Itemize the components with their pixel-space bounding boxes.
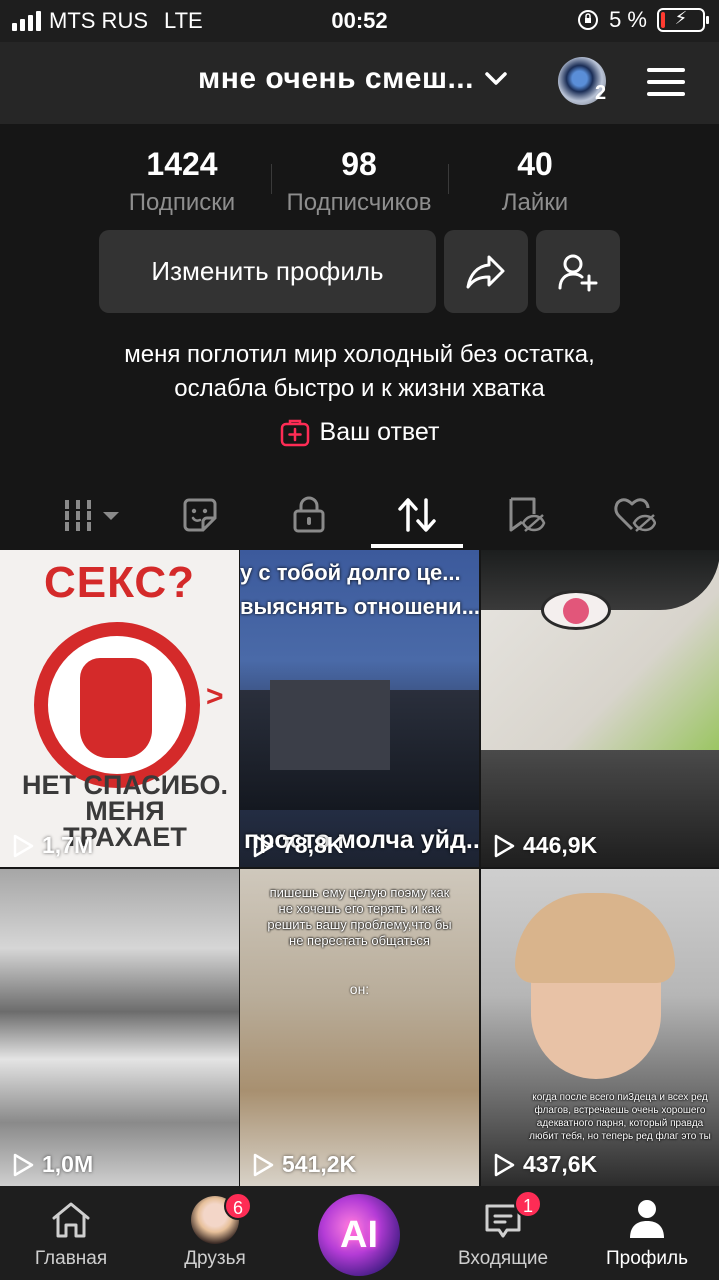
view-count-text: 78,8K xyxy=(282,832,344,858)
video-overlay-text: у с тобой долго це... xyxy=(240,560,461,585)
followers-stat[interactable]: 98 Подписчиков xyxy=(269,146,449,217)
view-count: 446,9K xyxy=(493,832,597,859)
view-count-text: 446,9K xyxy=(523,832,598,858)
stop-sign-image xyxy=(34,622,200,788)
home-icon xyxy=(52,1202,90,1238)
video-overlay-text: пишешь ему целую поэму как не хочешь его… xyxy=(267,885,452,948)
repost-icon xyxy=(398,498,436,532)
video-overlay-text: он: xyxy=(349,981,370,997)
grid-icon xyxy=(65,500,119,531)
play-icon xyxy=(13,1153,34,1176)
view-count-text: 437,6K xyxy=(523,1151,598,1177)
nav-inbox[interactable]: 1 Входящие xyxy=(438,1186,568,1280)
orientation-lock-icon xyxy=(578,10,599,30)
bottom-navigation: Главная 6 Друзья AI 1 Входящие Профиль xyxy=(0,1186,719,1280)
friends-badge: 6 xyxy=(224,1192,252,1220)
username: мне очень смеш... xyxy=(198,62,474,95)
nav-home[interactable]: Главная xyxy=(6,1186,136,1280)
view-count: 541,2K xyxy=(252,1151,356,1178)
video-tile[interactable]: когда после всего пи3деца и всех ред фла… xyxy=(481,869,719,1186)
your-answer-link[interactable]: Ваш ответ xyxy=(0,418,719,447)
view-count: 78,8K xyxy=(252,832,343,859)
video-tile[interactable]: пишешь ему целую поэму как не хочешь его… xyxy=(240,869,479,1186)
nav-home-label: Главная xyxy=(34,1248,108,1269)
tab-videos[interactable] xyxy=(38,480,148,550)
followers-label: Подписчиков xyxy=(286,189,432,216)
profile-bio: меня поглотил мир холодный без остатка, … xyxy=(0,338,719,406)
account-count: 2 xyxy=(595,82,607,104)
view-count: 1,7M xyxy=(12,832,93,859)
bookmark-hidden-icon xyxy=(509,497,546,532)
video-tile[interactable]: у с тобой долго це... выяснять отношени.… xyxy=(240,550,479,867)
lock-icon xyxy=(293,496,325,533)
edit-profile-button[interactable]: Изменить профиль xyxy=(99,230,436,313)
ai-button: AI xyxy=(318,1194,400,1276)
video-tile[interactable]: 1,0M xyxy=(0,869,239,1186)
view-count-text: 1,7M xyxy=(42,832,94,858)
share-icon xyxy=(466,255,505,288)
status-bar: MTS RUS LTE 00:52 5 % ⚡ xyxy=(0,0,719,42)
battery-percent: 5 % xyxy=(609,7,647,32)
view-count-text: 541,2K xyxy=(282,1151,357,1177)
share-profile-button[interactable] xyxy=(444,230,528,313)
video-overlay-text: выяснять отношени... xyxy=(240,594,479,619)
nav-friends[interactable]: 6 Друзья xyxy=(150,1186,280,1280)
tab-liked[interactable] xyxy=(580,480,690,550)
video-overlay-text: СЕКС? xyxy=(43,558,196,607)
likes-label: Лайки xyxy=(501,189,569,216)
profile-header: мне очень смеш... 2 xyxy=(0,42,719,124)
nav-inbox-label: Входящие xyxy=(457,1248,549,1269)
menu-icon[interactable] xyxy=(647,68,685,96)
nav-ai[interactable]: AI xyxy=(294,1186,424,1280)
likes-stat[interactable]: 40 Лайки xyxy=(445,146,625,217)
battery-icon: ⚡ xyxy=(657,8,709,32)
tab-reposts[interactable] xyxy=(362,480,472,550)
followers-count: 98 xyxy=(341,146,377,182)
answer-plus-icon xyxy=(280,419,309,446)
tab-private[interactable] xyxy=(254,480,364,550)
tab-favorites[interactable] xyxy=(471,480,581,550)
video-tile[interactable]: 446,9K xyxy=(481,550,719,867)
view-count: 1,0M xyxy=(12,1151,93,1178)
nav-profile[interactable]: Профиль xyxy=(582,1186,712,1280)
inbox-badge: 1 xyxy=(514,1190,542,1218)
view-count-text: 1,0M xyxy=(42,1151,94,1177)
play-icon xyxy=(494,834,515,857)
chevron-down-icon xyxy=(485,72,507,85)
play-icon xyxy=(253,834,274,857)
add-user-icon xyxy=(558,254,598,291)
profile-tabs xyxy=(0,480,719,550)
following-label: Подписки xyxy=(128,189,236,216)
nav-profile-label: Профиль xyxy=(605,1248,689,1269)
video-overlay-text: когда после всего пи3деца и всех ред фла… xyxy=(529,1092,711,1142)
add-friend-button[interactable] xyxy=(536,230,620,313)
sticker-icon xyxy=(183,498,217,532)
play-icon xyxy=(494,1153,515,1176)
answer-label: Ваш ответ xyxy=(319,418,440,446)
bio-line: ослабла быстро и к жизни хватка xyxy=(174,375,545,402)
nav-friends-label: Друзья xyxy=(184,1248,246,1269)
tab-stickers[interactable] xyxy=(145,480,255,550)
play-icon xyxy=(13,834,34,857)
profile-icon xyxy=(630,1200,664,1238)
following-stat[interactable]: 1424 Подписки xyxy=(92,146,272,217)
account-switcher[interactable]: мне очень смеш... xyxy=(198,62,508,96)
bio-line: меня поглотил мир холодный без остатка, xyxy=(124,341,595,368)
view-count: 437,6K xyxy=(493,1151,597,1178)
video-tile[interactable]: СЕКС? > НЕТ СПАСИБО. МЕНЯ ТРАХАЕТ 1,7M xyxy=(0,550,239,867)
heart-hidden-icon xyxy=(614,498,656,532)
likes-count: 40 xyxy=(517,146,553,182)
active-tab-indicator xyxy=(371,544,463,548)
video-grid: СЕКС? > НЕТ СПАСИБО. МЕНЯ ТРАХАЕТ 1,7M у… xyxy=(0,550,719,1186)
following-count: 1424 xyxy=(146,146,218,182)
play-icon xyxy=(253,1153,274,1176)
